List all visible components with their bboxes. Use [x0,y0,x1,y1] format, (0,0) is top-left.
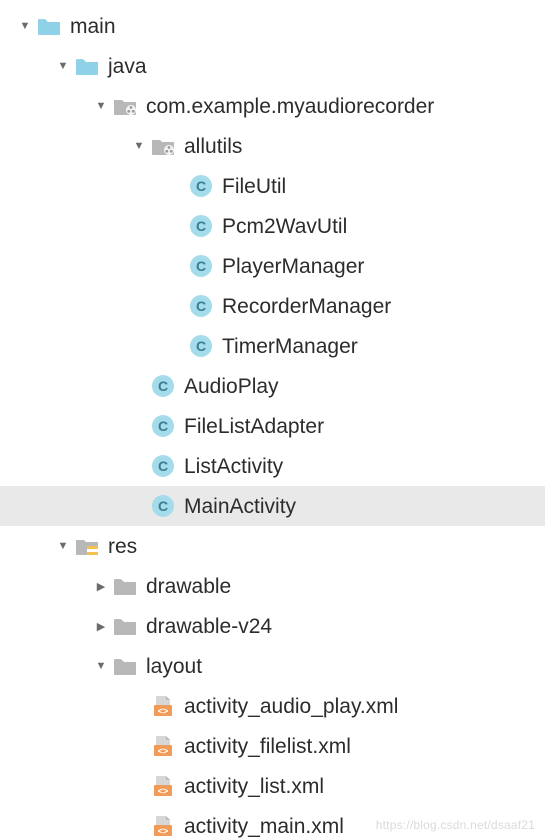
project-tree[interactable]: ▼ main▼ java▼ com.example.myaudiorecorde… [0,0,545,838]
xml-layout-icon: <> [150,695,176,717]
tree-item-label: ListActivity [184,456,283,477]
chevron-down-icon[interactable]: ▼ [128,140,150,152]
tree-item-act_list[interactable]: <> activity_list.xml [0,766,545,806]
svg-text:<>: <> [158,826,169,836]
tree-item-label: allutils [184,136,242,157]
svg-text:C: C [158,418,168,434]
tree-item-label: PlayerManager [222,256,364,277]
tree-item-label: activity_audio_play.xml [184,696,398,717]
tree-item-label: AudioPlay [184,376,279,397]
tree-item-drawable24[interactable]: ▶ drawable-v24 [0,606,545,646]
svg-text:C: C [196,258,206,274]
tree-item-ListActivity[interactable]: C ListActivity [0,446,545,486]
class-icon: C [188,215,214,237]
tree-item-label: activity_list.xml [184,776,324,797]
tree-item-java[interactable]: ▼ java [0,46,545,86]
tree-item-FileUtil[interactable]: C FileUtil [0,166,545,206]
tree-item-MainActivity[interactable]: C MainActivity [0,486,545,526]
tree-item-RecorderManager[interactable]: C RecorderManager [0,286,545,326]
tree-item-label: TimerManager [222,336,358,357]
tree-item-drawable[interactable]: ▶ drawable [0,566,545,606]
class-icon: C [188,335,214,357]
svg-text:C: C [158,458,168,474]
svg-text:<>: <> [158,786,169,796]
tree-item-act_audio[interactable]: <> activity_audio_play.xml [0,686,545,726]
tree-item-PlayerManager[interactable]: C PlayerManager [0,246,545,286]
tree-item-label: java [108,56,147,77]
class-icon: C [188,295,214,317]
chevron-right-icon[interactable]: ▶ [90,580,112,593]
tree-item-label: layout [146,656,202,677]
tree-item-label: main [70,16,116,37]
xml-layout-icon: <> [150,735,176,757]
folder-icon [112,615,138,637]
tree-item-label: activity_filelist.xml [184,736,351,757]
package-icon [112,95,138,117]
chevron-down-icon[interactable]: ▼ [90,660,112,672]
resources-folder-icon [74,535,100,557]
class-icon: C [150,495,176,517]
folder-icon [74,55,100,77]
chevron-down-icon[interactable]: ▼ [52,60,74,72]
chevron-down-icon[interactable]: ▼ [90,100,112,112]
tree-item-TimerManager[interactable]: C TimerManager [0,326,545,366]
tree-item-label: activity_main.xml [184,816,344,837]
tree-item-label: drawable-v24 [146,616,272,637]
chevron-down-icon[interactable]: ▼ [52,540,74,552]
tree-item-allutils[interactable]: ▼ allutils [0,126,545,166]
tree-item-FileListAdapter[interactable]: C FileListAdapter [0,406,545,446]
tree-item-label: com.example.myaudiorecorder [146,96,434,117]
folder-icon [112,655,138,677]
svg-text:C: C [158,498,168,514]
package-icon [150,135,176,157]
folder-icon [112,575,138,597]
tree-item-Pcm2WavUtil[interactable]: C Pcm2WavUtil [0,206,545,246]
folder-icon [36,15,62,37]
tree-item-pkg[interactable]: ▼ com.example.myaudiorecorder [0,86,545,126]
svg-text:C: C [196,338,206,354]
tree-item-layout[interactable]: ▼ layout [0,646,545,686]
tree-item-label: drawable [146,576,231,597]
tree-item-main[interactable]: ▼ main [0,6,545,46]
svg-text:C: C [158,378,168,394]
class-icon: C [188,255,214,277]
class-icon: C [150,375,176,397]
tree-item-label: FileUtil [222,176,286,197]
svg-text:C: C [196,298,206,314]
svg-text:C: C [196,178,206,194]
tree-item-label: RecorderManager [222,296,391,317]
tree-item-AudioPlay[interactable]: C AudioPlay [0,366,545,406]
tree-item-label: res [108,536,137,557]
class-icon: C [150,455,176,477]
tree-item-label: MainActivity [184,496,296,517]
xml-layout-icon: <> [150,815,176,837]
svg-text:C: C [196,218,206,234]
tree-item-label: Pcm2WavUtil [222,216,347,237]
tree-item-act_main[interactable]: <> activity_main.xml [0,806,545,838]
tree-item-res[interactable]: ▼ res [0,526,545,566]
tree-item-label: FileListAdapter [184,416,324,437]
chevron-down-icon[interactable]: ▼ [14,20,36,32]
svg-text:<>: <> [158,706,169,716]
class-icon: C [150,415,176,437]
tree-item-act_fl[interactable]: <> activity_filelist.xml [0,726,545,766]
chevron-right-icon[interactable]: ▶ [90,620,112,633]
class-icon: C [188,175,214,197]
svg-text:<>: <> [158,746,169,756]
xml-layout-icon: <> [150,775,176,797]
